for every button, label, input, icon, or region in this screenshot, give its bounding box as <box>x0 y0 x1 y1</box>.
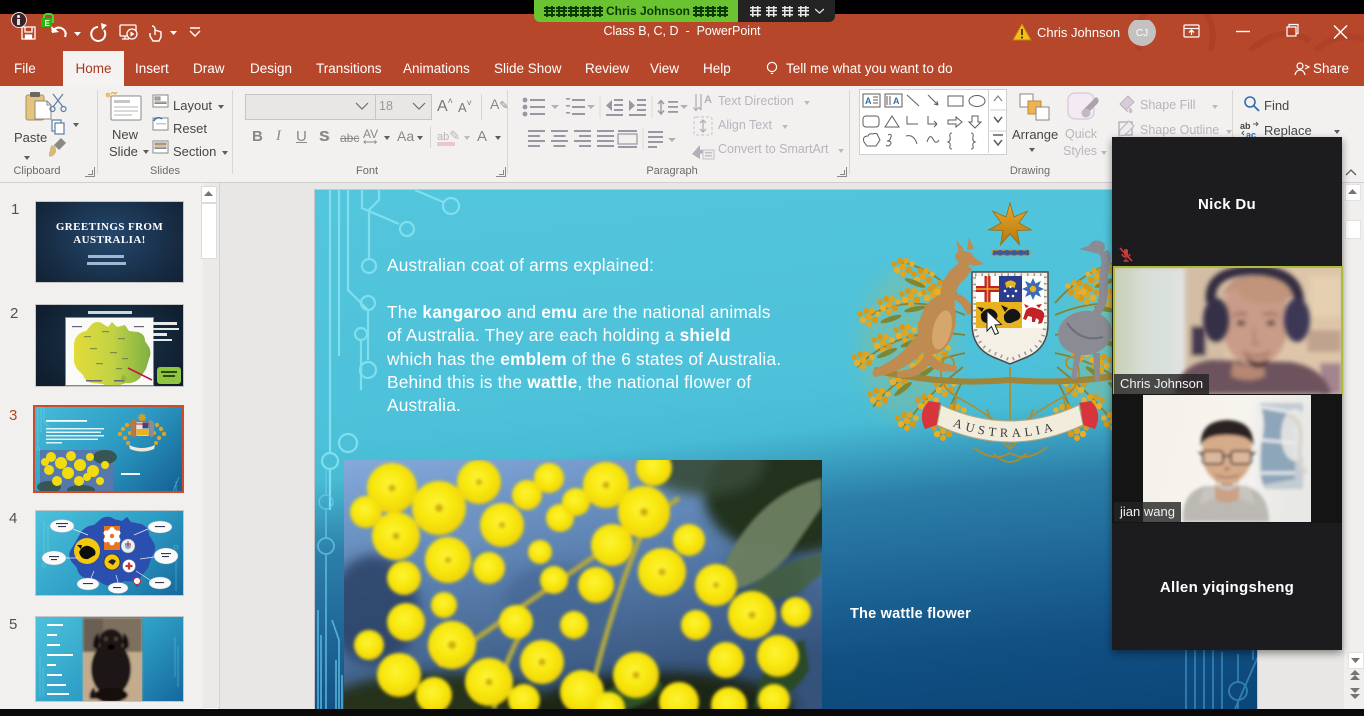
svg-text:A: A <box>704 94 712 106</box>
svg-text:CJ: CJ <box>1136 28 1148 39</box>
svg-text:A: A <box>865 96 872 106</box>
svg-text:A: A <box>893 96 900 106</box>
